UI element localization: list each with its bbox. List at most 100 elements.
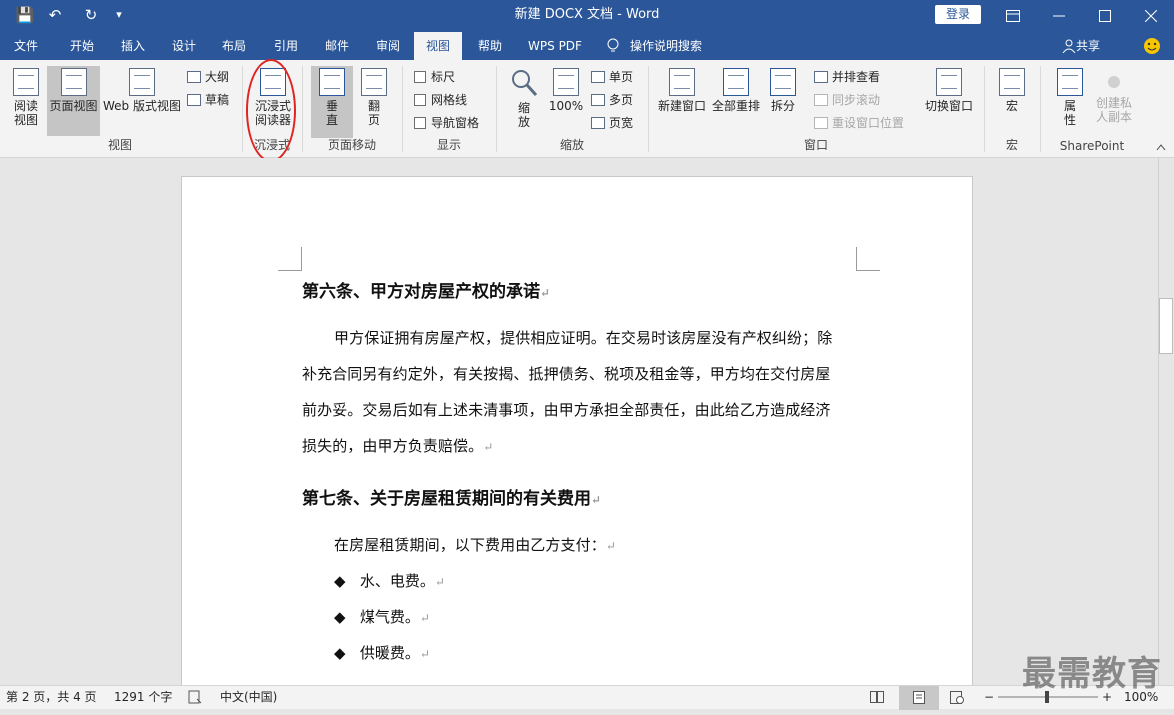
paragraph-line: 损失的，由甲方负责赔偿。↵ (302, 437, 494, 455)
share-button[interactable]: 共享 (1076, 32, 1110, 60)
paragraph-line: 补充合同另有约定外，有关按揭、抵押债务、税项及租金等，甲方均在交付房屋 (302, 365, 831, 383)
scrollbar-thumb[interactable] (1159, 298, 1173, 354)
print-layout-icon (60, 68, 87, 96)
ribbon-display-options-icon[interactable] (990, 0, 1036, 32)
new-window-label: 新建窗口 (657, 99, 706, 113)
zoom-button[interactable]: 缩 放 (506, 68, 542, 138)
arrange-all-button[interactable]: 全部重排 (710, 68, 762, 138)
tab-file[interactable]: 文件 (0, 32, 52, 60)
vertical-scrollbar[interactable] (1158, 158, 1174, 685)
maximize-icon[interactable] (1082, 0, 1128, 32)
smiley-icon[interactable] (1140, 32, 1164, 60)
group-divider (648, 66, 649, 152)
paragraph-mark: ↵ (419, 647, 430, 661)
tab-review[interactable]: 审阅 (364, 32, 412, 60)
sync-scroll-icon (814, 94, 828, 106)
draft-label: 草稿 (205, 93, 230, 107)
customize-qat-icon[interactable]: ▾ (104, 0, 134, 32)
document-workspace: 第六条、甲方对房屋产权的承诺↵ 甲方保证拥有房屋产权，提供相应证明。在交易时该房… (0, 158, 1158, 685)
group-divider (984, 66, 985, 152)
gridlines-label: 网格线 (431, 93, 468, 107)
web-layout-status-icon[interactable] (950, 686, 968, 710)
tell-me-search[interactable]: 操作说明搜索 (630, 32, 716, 60)
collapse-ribbon-icon[interactable] (1154, 142, 1168, 156)
paragraph-line: 甲方保证拥有房屋产权，提供相应证明。在交易时该房屋没有产权纠纷；除 (334, 329, 833, 347)
view-group-label: 视图 (107, 138, 132, 152)
ribbon: 阅读 视图 页面视图 Web 版式视图 大纲 草稿 视图 沉浸式 阅读器 沉浸式… (0, 60, 1174, 158)
web-layout-icon (129, 68, 155, 96)
tab-layout[interactable]: 布局 (210, 32, 258, 60)
close-icon[interactable] (1128, 0, 1174, 32)
split-button[interactable]: 拆分 (766, 68, 800, 138)
tab-wps-pdf[interactable]: WPS PDF (518, 32, 592, 60)
properties-label: 属 性 (1063, 99, 1076, 127)
page-width-label: 页宽 (609, 116, 634, 130)
new-window-button[interactable]: 新建窗口 (656, 68, 708, 138)
side-by-side-label: 并排查看 (832, 70, 881, 84)
create-private-copy-button[interactable]: 创建私 人副本 (1092, 74, 1136, 138)
paragraph-mark: ↵ (591, 493, 602, 507)
private-copy-label: 创建私 人副本 (1095, 96, 1132, 124)
multiple-pages-label: 多页 (609, 93, 634, 107)
nav-pane-check-icon (414, 117, 426, 129)
tab-design[interactable]: 设计 (160, 32, 208, 60)
page-count-status[interactable]: 第 2 页，共 4 页 (6, 686, 97, 710)
read-mode-status-icon[interactable] (870, 686, 888, 710)
macros-icon (999, 68, 1025, 96)
tab-home[interactable]: 开始 (56, 32, 108, 60)
vertical-button[interactable]: 垂 直 (311, 66, 353, 138)
tab-insert[interactable]: 插入 (108, 32, 158, 60)
window-group-label: 窗口 (803, 138, 828, 152)
diamond-bullet-icon: ◆ (334, 572, 346, 590)
reset-window-position-button[interactable]: 重设窗口位置 (814, 114, 904, 132)
switch-window-button[interactable]: 切换窗口 (922, 68, 976, 138)
macros-button[interactable]: 宏 (994, 68, 1030, 138)
margin-corner-mark (856, 247, 880, 271)
print-layout-label: 页面视图 (49, 99, 98, 113)
print-layout-button[interactable]: 页面视图 (47, 66, 100, 136)
outline-button[interactable]: 大纲 (187, 68, 229, 86)
web-layout-button[interactable]: Web 版式视图 (102, 68, 182, 138)
minimize-icon[interactable] (1036, 0, 1082, 32)
undo-icon[interactable]: ↶ (40, 0, 70, 32)
zoom-100-button[interactable]: 100% (546, 68, 586, 138)
print-layout-status-icon[interactable] (899, 686, 939, 710)
paragraph-mark: ↵ (434, 575, 445, 589)
sync-scroll-button[interactable]: 同步滚动 (814, 91, 880, 109)
read-mode-label: 阅读 视图 (13, 99, 38, 127)
zoom-out-icon[interactable]: − (984, 686, 994, 710)
paragraph-mark: ↵ (483, 440, 494, 454)
tab-view[interactable]: 视图 (414, 32, 462, 60)
properties-button[interactable]: 属 性 (1052, 68, 1088, 138)
ruler-checkbox[interactable]: 标尺 (414, 68, 455, 86)
proofing-icon[interactable] (188, 686, 206, 710)
magnifier-icon (512, 70, 538, 97)
redo-icon[interactable]: ↻ (76, 0, 106, 32)
one-page-button[interactable]: 单页 (591, 68, 633, 86)
page-width-button[interactable]: 页宽 (591, 114, 633, 132)
login-button[interactable]: 登录 (935, 5, 981, 24)
side-to-side-label: 翻 页 (367, 99, 380, 127)
side-to-side-button[interactable]: 翻 页 (356, 68, 392, 138)
language-status[interactable]: 中文(中国) (220, 686, 277, 710)
show-group-label: 显示 (436, 138, 461, 152)
new-window-icon (669, 68, 695, 96)
navigation-pane-checkbox[interactable]: 导航窗格 (414, 114, 479, 132)
save-icon[interactable]: 💾 (10, 0, 40, 32)
lightbulb-icon (606, 32, 620, 60)
group-divider (302, 66, 303, 152)
tab-mailings[interactable]: 邮件 (312, 32, 362, 60)
multiple-pages-button[interactable]: 多页 (591, 91, 633, 109)
nav-pane-label: 导航窗格 (431, 116, 480, 130)
tab-help[interactable]: 帮助 (466, 32, 514, 60)
word-count-status[interactable]: 1291 个字 (114, 686, 172, 710)
zoom-group-label: 缩放 (559, 138, 584, 152)
tab-references[interactable]: 引用 (262, 32, 310, 60)
read-mode-button[interactable]: 阅读 视图 (6, 68, 46, 138)
list-item: ◆ 水、电费。↵ (334, 572, 445, 590)
draft-button[interactable]: 草稿 (187, 91, 229, 109)
one-page-label: 单页 (609, 70, 634, 84)
gridlines-checkbox[interactable]: 网格线 (414, 91, 467, 109)
status-bar: 第 2 页，共 4 页 1291 个字 中文(中国) − + 100% (0, 685, 1174, 710)
side-by-side-button[interactable]: 并排查看 (814, 68, 880, 86)
